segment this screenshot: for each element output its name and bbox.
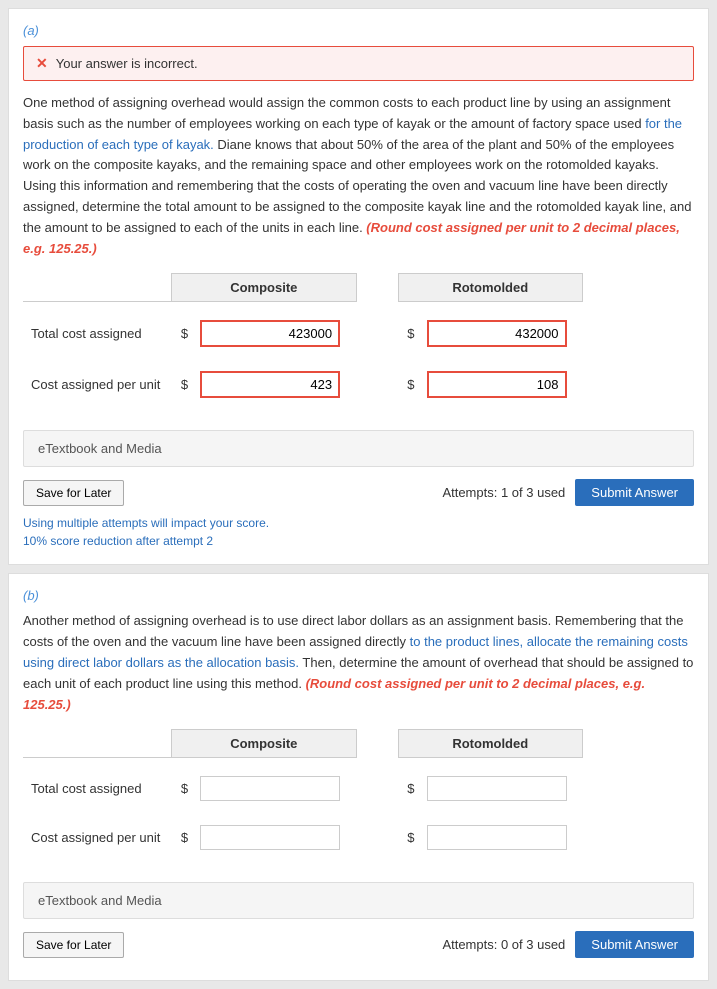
composite-input-total-b[interactable] — [192, 770, 356, 807]
rotomolded-total-field-b[interactable] — [427, 776, 567, 801]
composite-currency-b2: $ — [172, 819, 192, 856]
composite-currency-2: $ — [172, 365, 192, 404]
composite-per-unit-field[interactable] — [200, 371, 340, 398]
gap — [356, 365, 398, 404]
composite-input-per-unit-b[interactable] — [192, 819, 356, 856]
attempts-text-b: Attempts: 0 of 3 used — [442, 937, 565, 952]
etextbook-label-a: eTextbook and Media — [38, 441, 162, 456]
rotomolded-input-total[interactable] — [419, 314, 583, 353]
col-header-empty — [23, 274, 172, 302]
rotomolded-per-unit-field[interactable] — [427, 371, 567, 398]
rotomolded-input-per-unit[interactable] — [419, 365, 583, 404]
save-button-a[interactable]: Save for Later — [23, 480, 124, 506]
error-message: Your answer is incorrect. — [56, 56, 198, 71]
rotomolded-currency-1: $ — [398, 314, 418, 353]
section-b-table: Composite Rotomolded Total cost assigned… — [23, 729, 694, 868]
section-a: (a) ✕ Your answer is incorrect. One meth… — [8, 8, 709, 565]
submit-button-b[interactable]: Submit Answer — [575, 931, 694, 958]
col-header-empty-b — [23, 730, 172, 758]
section-a-label: (a) — [23, 23, 694, 38]
gap — [356, 314, 398, 353]
col-header-rotomolded: Rotomolded — [398, 274, 582, 302]
footer-bar-a: Save for Later Attempts: 1 of 3 used Sub… — [23, 479, 694, 506]
section-a-table: Composite Rotomolded Total cost assigned… — [23, 273, 694, 416]
composite-total-field-b[interactable] — [200, 776, 340, 801]
composite-currency-1: $ — [172, 314, 192, 353]
col-header-composite-b: Composite — [172, 730, 356, 758]
section-a-description: One method of assigning overhead would a… — [23, 93, 694, 259]
attempts-submit-b: Attempts: 0 of 3 used Submit Answer — [442, 931, 694, 958]
section-b-label: (b) — [23, 588, 694, 603]
rotomolded-input-total-b[interactable] — [419, 770, 583, 807]
footer-note-line2: 10% score reduction after attempt 2 — [23, 532, 694, 550]
footer-bar-b: Save for Later Attempts: 0 of 3 used Sub… — [23, 931, 694, 958]
error-box: ✕ Your answer is incorrect. — [23, 46, 694, 81]
row-label-per-unit-b: Cost assigned per unit — [23, 819, 172, 856]
composite-per-unit-field-b[interactable] — [200, 825, 340, 850]
table-row: Total cost assigned $ $ — [23, 314, 583, 353]
row-label-per-unit: Cost assigned per unit — [23, 365, 172, 404]
composite-currency-b1: $ — [172, 770, 192, 807]
rotomolded-currency-b1: $ — [398, 770, 418, 807]
rotomolded-total-field[interactable] — [427, 320, 567, 347]
row-label-total-b: Total cost assigned — [23, 770, 172, 807]
footer-note-a: Using multiple attempts will impact your… — [23, 514, 694, 550]
gap-b — [356, 770, 398, 807]
col-header-rotomolded-b: Rotomolded — [398, 730, 582, 758]
attempts-text-a: Attempts: 1 of 3 used — [442, 485, 565, 500]
rotomolded-input-per-unit-b[interactable] — [419, 819, 583, 856]
table-row-b2: Cost assigned per unit $ $ — [23, 819, 583, 856]
etextbook-label-b: eTextbook and Media — [38, 893, 162, 908]
error-icon: ✕ — [36, 55, 48, 72]
col-header-composite: Composite — [172, 274, 356, 302]
etextbook-bar-a: eTextbook and Media — [23, 430, 694, 467]
section-b: (b) Another method of assigning overhead… — [8, 573, 709, 981]
gap-b2 — [356, 819, 398, 856]
footer-note-line1: Using multiple attempts will impact your… — [23, 514, 694, 532]
save-button-b[interactable]: Save for Later — [23, 932, 124, 958]
row-label-total: Total cost assigned — [23, 314, 172, 353]
col-gap-b — [356, 730, 398, 758]
composite-input-total[interactable] — [192, 314, 356, 353]
rotomolded-per-unit-field-b[interactable] — [427, 825, 567, 850]
attempts-submit-a: Attempts: 1 of 3 used Submit Answer — [442, 479, 694, 506]
rotomolded-currency-2: $ — [398, 365, 418, 404]
composite-total-field[interactable] — [200, 320, 340, 347]
rotomolded-currency-b2: $ — [398, 819, 418, 856]
composite-input-per-unit[interactable] — [192, 365, 356, 404]
section-b-description: Another method of assigning overhead is … — [23, 611, 694, 715]
table-row: Cost assigned per unit $ $ — [23, 365, 583, 404]
submit-button-a[interactable]: Submit Answer — [575, 479, 694, 506]
col-gap — [356, 274, 398, 302]
table-row-b1: Total cost assigned $ $ — [23, 770, 583, 807]
etextbook-bar-b: eTextbook and Media — [23, 882, 694, 919]
